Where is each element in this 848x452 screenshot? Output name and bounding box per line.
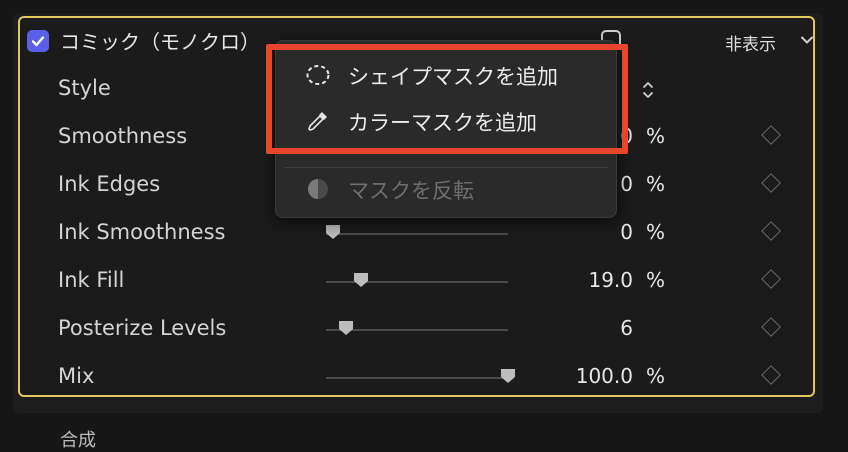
effect-enable-checkbox[interactable] [27,30,49,52]
keyframe-diamond-icon[interactable] [761,317,781,337]
param-ink-smoothness: Ink Smoothness 0 % [20,214,813,254]
param-ink-fill: Ink Fill 19.0 % [20,262,813,302]
param-label: Ink Fill [58,268,125,292]
effect-name: コミック（モノクロ） [60,30,260,54]
section-compositing[interactable]: 合成 [60,426,96,452]
slider-thumb[interactable] [324,223,342,241]
keyframe-diamond-icon[interactable] [761,221,781,241]
param-value[interactable]: 6 [620,316,633,340]
param-value[interactable]: 19.0 [588,268,633,292]
param-unit: % [646,364,666,388]
slider-thumb[interactable] [352,271,370,289]
visibility-label[interactable]: 非表示 [725,30,776,55]
slider-thumb[interactable] [499,367,517,385]
param-unit: % [646,172,666,196]
annotation-highlight [266,44,628,154]
param-label: Mix [58,364,95,388]
slider-track[interactable] [326,233,508,235]
param-value[interactable]: 0 [620,172,633,196]
param-mix: Mix 100.0 % [20,358,813,398]
param-value[interactable]: 100.0 [576,364,633,388]
param-label: Posterize Levels [58,316,227,340]
checkmark-icon [31,36,45,47]
param-unit: % [646,124,666,148]
slider-track[interactable] [326,377,508,379]
param-label: Ink Smoothness [58,220,226,244]
param-label: Ink Edges [58,172,161,196]
half-circle-icon [308,179,328,199]
slider-thumb[interactable] [337,319,355,337]
keyframe-diamond-icon[interactable] [761,365,781,385]
menu-item-invert-mask: マスクを反転 [276,167,616,207]
param-label: Style [58,76,111,100]
param-posterize-levels: Posterize Levels 6 [20,310,813,350]
stepper-icon[interactable] [640,78,656,102]
keyframe-diamond-icon[interactable] [761,173,781,193]
chevron-down-icon[interactable] [799,32,815,48]
menu-item-label: マスクを反転 [348,179,474,203]
keyframe-diamond-icon[interactable] [761,269,781,289]
param-label: Smoothness [58,124,188,148]
param-unit: % [646,220,666,244]
keyframe-diamond-icon[interactable] [761,125,781,145]
param-value[interactable]: 0 [620,220,633,244]
param-unit: % [646,268,666,292]
